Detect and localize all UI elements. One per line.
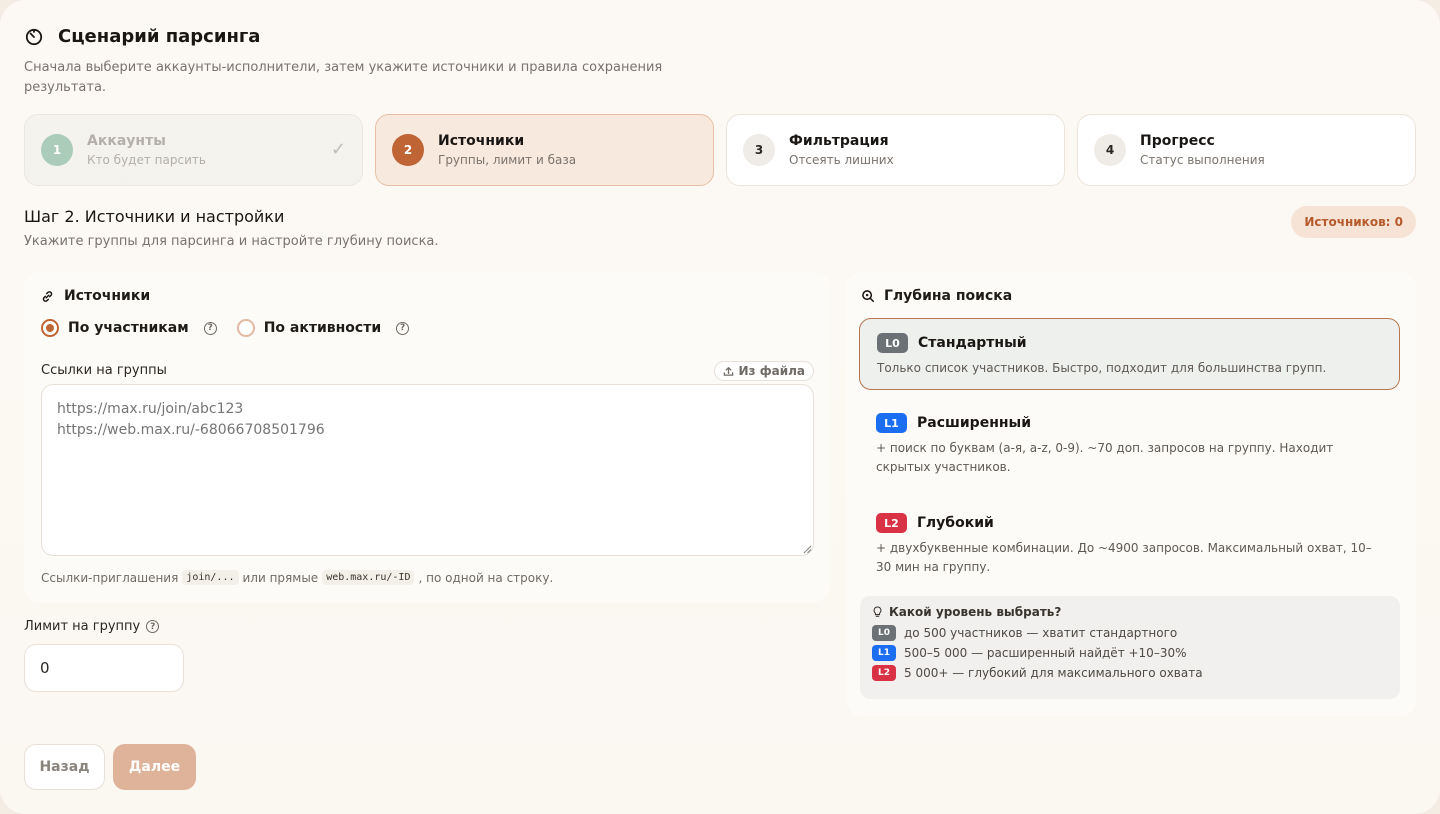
hint-text: , по одной на строку. — [418, 570, 554, 585]
hint-code: join/... — [182, 570, 239, 585]
help-icon[interactable]: ? — [203, 321, 217, 335]
step-number: 4 — [1094, 134, 1126, 166]
radio-by-members[interactable]: По участникам ? — [41, 319, 217, 337]
app-window: Сценарий парсинга Сначала выберите аккау… — [0, 0, 1440, 814]
from-file-button[interactable]: Из файла — [713, 361, 814, 381]
level-name: Расширенный — [917, 415, 1032, 431]
radio-label: По активности — [263, 320, 382, 336]
depth-card: Глубина поиска L0 Стандартный Только спи… — [846, 272, 1416, 716]
level-tag: L2 — [876, 513, 907, 533]
step-title: Прогресс — [1140, 133, 1215, 149]
back-button[interactable]: Назад — [24, 744, 105, 790]
step-desc: Отсеять лишних — [789, 153, 894, 167]
tip-title: Какой уровень выбрать? — [872, 605, 1388, 619]
depth-level-l2[interactable]: L2 Глубокий + двухбуквенные комбинации. … — [859, 499, 1400, 581]
sources-count-badge: Источников: 0 — [1291, 206, 1416, 238]
link-icon — [42, 290, 53, 302]
tip-text: 5 000+ — глубокий для максимального охва… — [904, 666, 1203, 680]
tip-row: L0 до 500 участников — хватит стандартно… — [872, 625, 1388, 641]
links-hint: Ссылки-приглашения join/... или прямые w… — [41, 570, 553, 585]
level-desc: Только список участников. Быстро, подход… — [877, 361, 1327, 375]
limit-input[interactable]: 0 — [24, 644, 184, 692]
next-button[interactable]: Далее — [113, 744, 196, 790]
mode-radio-group: По участникам ? По активности ? — [41, 319, 429, 337]
section-desc: Укажите группы для парсинга и настройте … — [24, 234, 439, 249]
stepper: 1 Аккаунты Кто будет парсить ✓ 2 Источни… — [24, 114, 1416, 186]
level-name: Стандартный — [918, 335, 1027, 351]
hint-text: Ссылки-приглашения — [41, 570, 179, 585]
radio-by-activity[interactable]: По активности ? — [236, 319, 410, 337]
timer-icon — [25, 28, 43, 45]
help-icon[interactable]: ? — [146, 620, 160, 633]
hint-code: web.max.ru/-ID — [322, 570, 415, 585]
step-desc: Группы, лимит и база — [438, 153, 577, 167]
tip-text: 500–5 000 — расширенный найдёт +10–30% — [904, 646, 1187, 660]
step-sources[interactable]: 2 Источники Группы, лимит и база — [375, 114, 714, 186]
level-desc: + двухбуквенные комбинации. До ~4900 зап… — [876, 541, 1372, 574]
depth-level-l1[interactable]: L1 Расширенный + поиск по буквам (а-я, a… — [859, 399, 1400, 481]
step-progress[interactable]: 4 Прогресс Статус выполнения — [1077, 114, 1416, 186]
step-filtering[interactable]: 3 Фильтрация Отсеять лишних — [726, 114, 1065, 186]
level-tip-box: Какой уровень выбрать? L0 до 500 участни… — [860, 596, 1400, 699]
step-number: 2 — [392, 134, 424, 166]
step-accounts[interactable]: 1 Аккаунты Кто будет парсить ✓ — [24, 114, 363, 186]
radio-dot — [41, 319, 59, 337]
page-header: Сценарий парсинга — [24, 26, 260, 47]
help-icon[interactable]: ? — [396, 321, 410, 335]
limit-label: Лимит на группу ? — [24, 619, 160, 634]
tip-row: L2 5 000+ — глубокий для максимального о… — [872, 665, 1388, 681]
page-subtitle: Сначала выберите аккаунты-исполнители, з… — [24, 60, 663, 95]
depth-card-header: Глубина поиска — [861, 288, 1012, 304]
step-number: 1 — [41, 134, 73, 166]
tip-tag: L2 — [872, 665, 896, 681]
step-title: Источники — [438, 133, 525, 149]
check-icon: ✓ — [330, 139, 346, 160]
tip-row: L1 500–5 000 — расширенный найдёт +10–30… — [872, 645, 1388, 661]
from-file-label: Из файла — [738, 364, 806, 378]
lightbulb-icon — [873, 606, 882, 617]
step-desc: Статус выполнения — [1140, 153, 1265, 167]
limit-label-text: Лимит на группу — [24, 619, 141, 634]
step-title: Аккаунты — [87, 133, 166, 149]
sources-card-header: Источники — [41, 288, 150, 304]
level-tag: L0 — [877, 333, 908, 353]
depth-level-l0[interactable]: L0 Стандартный Только список участников.… — [859, 318, 1400, 390]
tip-tag: L0 — [872, 625, 896, 641]
sources-card-title: Источники — [64, 288, 151, 304]
group-links-input[interactable] — [41, 384, 814, 556]
search-zoom-icon — [862, 290, 875, 303]
section-title: Шаг 2. Источники и настройки — [24, 207, 285, 226]
level-tag: L1 — [876, 413, 907, 433]
level-desc: + поиск по буквам (а-я, a-z, 0-9). ~70 д… — [876, 441, 1334, 474]
tip-tag: L1 — [872, 645, 896, 661]
radio-dot — [236, 319, 255, 337]
step-desc: Кто будет парсить — [87, 153, 206, 167]
resize-handle-icon[interactable] — [802, 544, 812, 554]
sources-card: Источники По участникам ? По активности … — [24, 272, 830, 602]
hint-text: или прямые — [242, 570, 319, 585]
links-label: Ссылки на группы — [41, 363, 167, 378]
step-title: Фильтрация — [789, 133, 889, 149]
tip-title-text: Какой уровень выбрать? — [889, 605, 1062, 619]
tip-text: до 500 участников — хватит стандартного — [904, 626, 1178, 640]
page-title: Сценарий парсинга — [58, 26, 261, 47]
step-number: 3 — [743, 134, 775, 166]
level-name: Глубокий — [917, 515, 994, 531]
depth-card-title: Глубина поиска — [884, 288, 1013, 304]
upload-icon — [723, 366, 733, 376]
radio-label: По участникам — [68, 320, 189, 336]
